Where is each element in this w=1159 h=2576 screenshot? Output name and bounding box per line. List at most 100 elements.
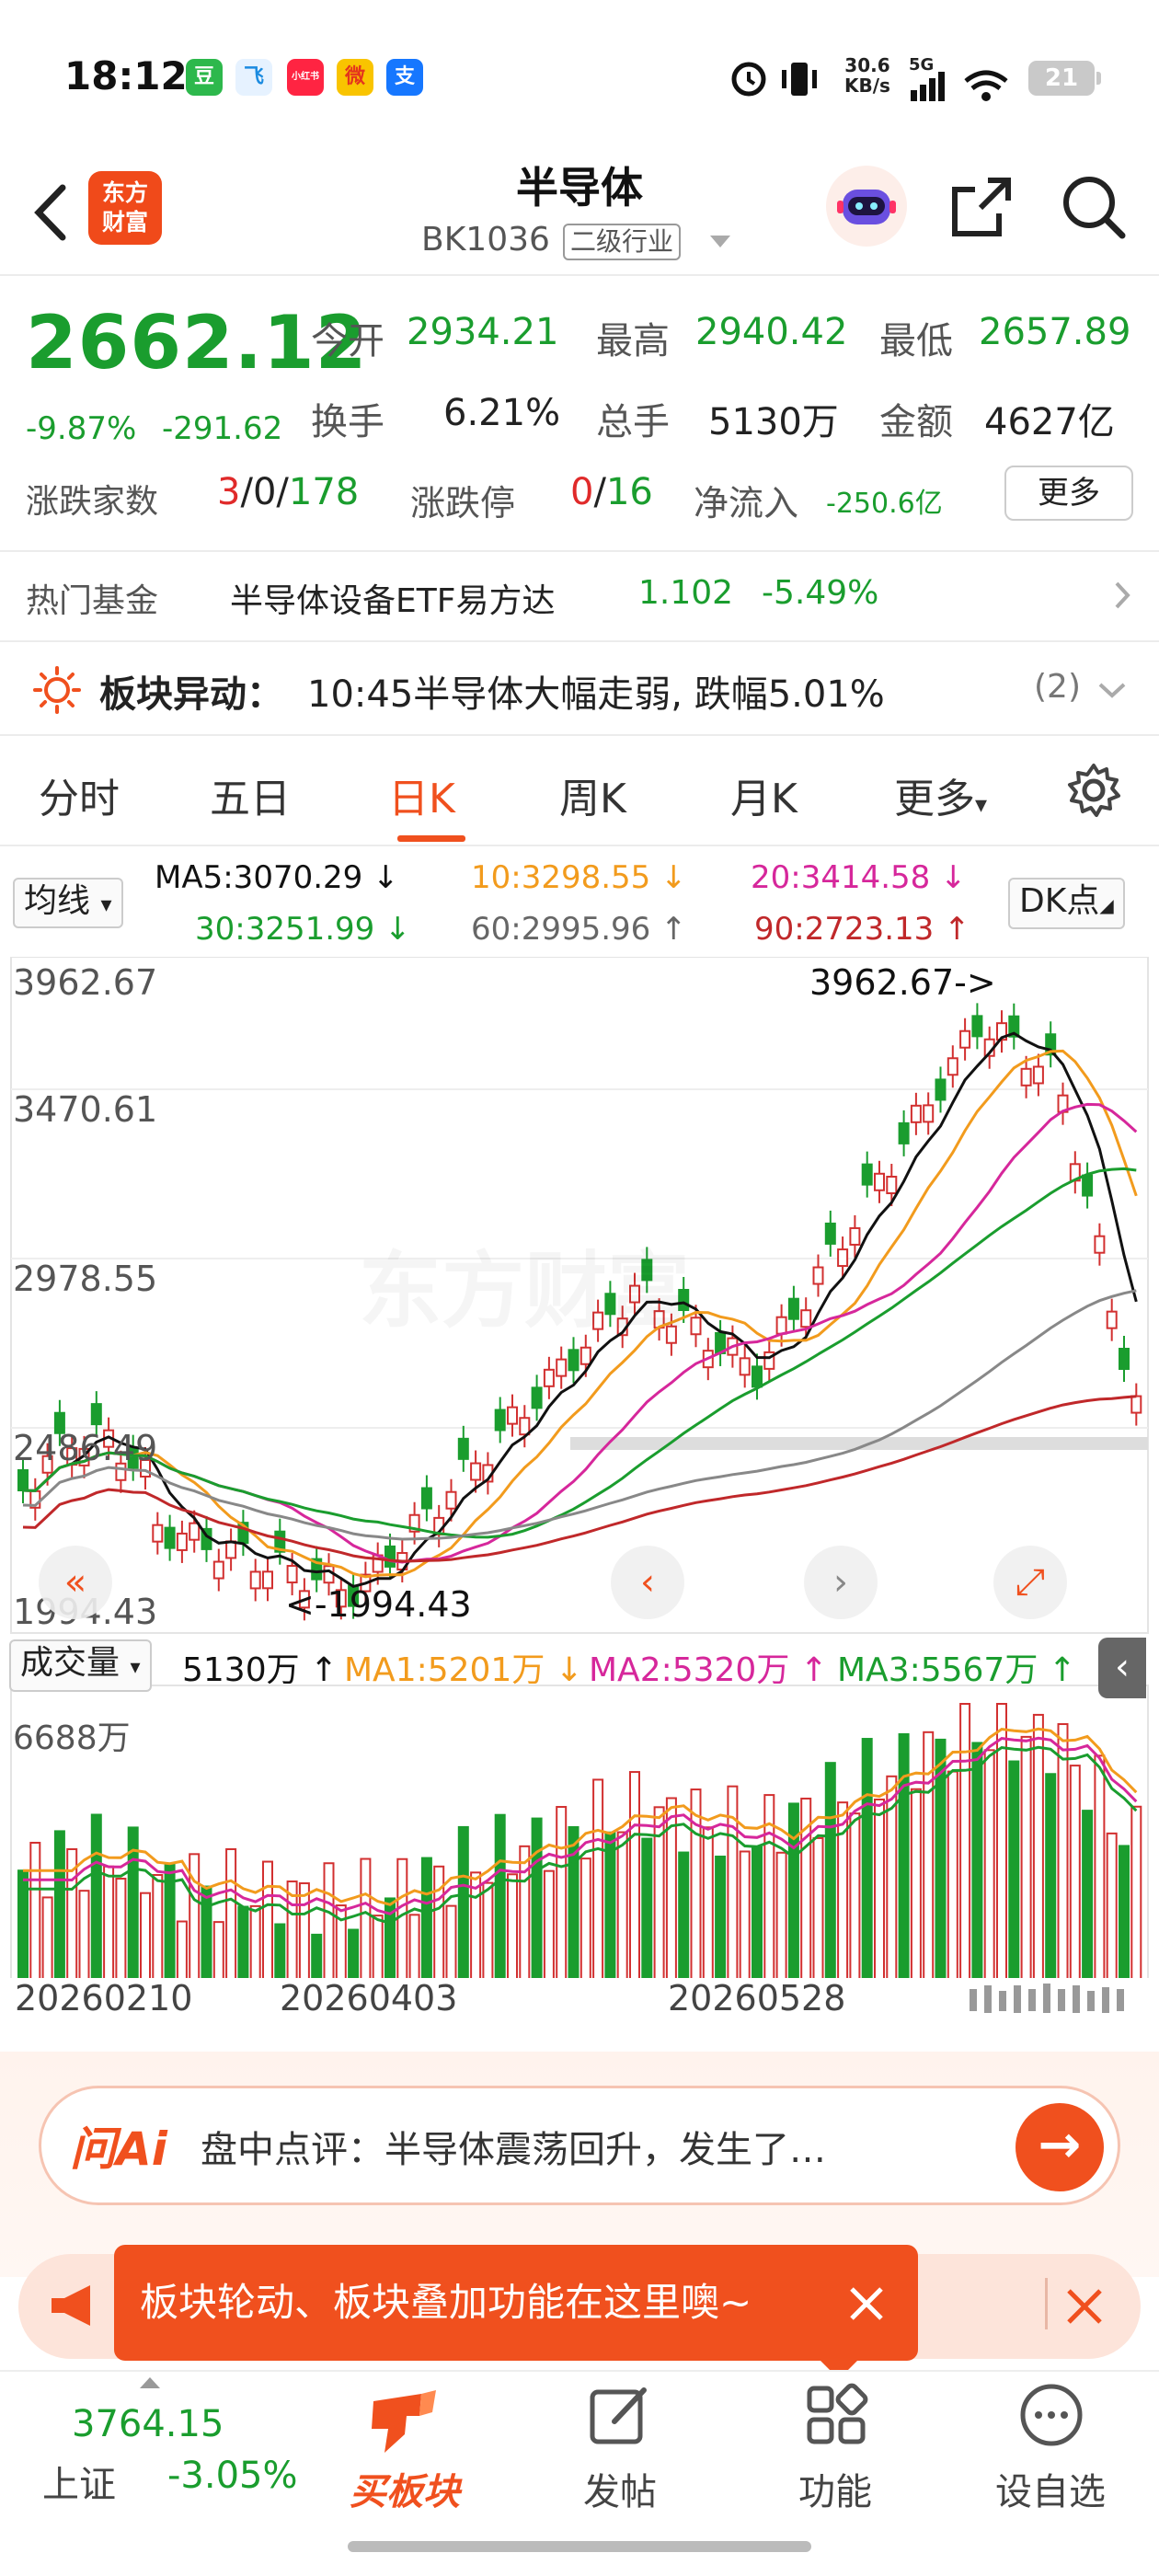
candle-body [556,1358,568,1377]
kline-chart[interactable] [0,957,1159,1978]
candle-body [849,1226,861,1246]
edit-post-icon[interactable] [587,2383,651,2447]
volume-bar [849,1812,861,1978]
indicator-selector[interactable]: 均线 ▾ [13,878,123,928]
arrow-right-icon[interactable]: → [1016,2103,1104,2191]
more-button[interactable]: 更多 [1004,466,1133,521]
alert-count[interactable]: (2) [1034,668,1081,706]
app-icon-xiaohongshu: 小红书 [287,59,324,96]
ma90-label: 90:2723.13 ↑ [754,911,970,948]
ma5-label: MA5:3070.29 ↓ [155,859,399,896]
function-label[interactable]: 功能 [771,2462,900,2515]
more-dots-icon[interactable] [1017,2381,1085,2449]
chevron-left-icon[interactable]: ‹ [611,1546,684,1619]
open-value: 2934.21 [407,311,559,353]
y-label-2: 3470.61 [13,1089,158,1130]
tab-intraday[interactable]: 分时 [39,765,120,824]
chevron-right-icon[interactable]: › [804,1546,878,1619]
high-label: 最高 [596,320,670,362]
chevron-down-icon[interactable] [1096,679,1128,701]
volume-bar [311,1933,323,1978]
breadth-values: 3/0/178 [217,471,360,513]
expand-icon[interactable]: ⤢ [993,1546,1067,1619]
tab-weekly-k[interactable]: 周K [559,765,626,824]
chevron-right-icon[interactable] [1111,580,1133,611]
volume-max-label: 6688万 [13,1719,131,1757]
volume-selector[interactable]: 成交量 ▾ [9,1639,152,1692]
chevron-down-icon[interactable] [710,236,730,247]
volume-bar [507,1873,518,1978]
index-pct[interactable]: -3.05% [167,2455,298,2497]
ai-assistant-icon[interactable] [826,166,907,247]
function-grid-icon[interactable] [804,2383,868,2447]
index-name[interactable]: 上证 [42,2455,116,2508]
rewind-icon[interactable]: « [39,1546,112,1619]
candle-body [1130,1395,1142,1414]
volume-bar [1094,1754,1106,1978]
tab-more[interactable]: 更多▾ [894,765,987,824]
buy-sector-label[interactable]: 买板块 [340,2462,469,2515]
low-value: 2657.89 [979,311,1131,353]
candle-body [861,1163,873,1186]
volume-bar [408,1914,420,1978]
limit-label: 涨跌停 [410,483,516,523]
ai-logo: 问Ai [70,2122,167,2176]
industry-level-dropdown[interactable]: 二级行业 [563,224,682,260]
volume-bar [212,1921,224,1978]
volume-bar [372,1915,384,1978]
volume-bar [348,1928,360,1978]
buy-sector-icon[interactable] [364,2388,442,2456]
alert-text: 10:45半导体大幅走弱, 跌幅5.01% [307,673,885,716]
volume-bar [592,1778,604,1978]
candle-body [959,1029,971,1049]
candle-body [800,1309,812,1328]
divider [1045,2278,1048,2329]
watchlist-label[interactable]: 设自选 [986,2462,1115,2515]
volume-bar [482,1881,494,1978]
hot-fund-name[interactable]: 半导体设备ETF易方达 [230,574,555,622]
volume-bar [1119,1845,1130,1978]
ai-comment-text[interactable]: 盘中点评：半导体震荡回升，发生了… [201,2120,973,2173]
candle-body [775,1316,787,1335]
volume-bar [457,1825,469,1978]
collapse-panel-icon[interactable]: ‹ [1098,1638,1146,1698]
triangle-up-icon [140,2377,160,2388]
volume-bar [494,1813,506,1978]
turnover-label: 换手 [311,401,384,443]
tab-monthly-k[interactable]: 月K [730,765,798,824]
volume-bar [910,1788,922,1978]
dk-point-button[interactable]: DK点◢ [1008,878,1125,929]
index-value[interactable]: 3764.15 [72,2403,224,2445]
candle-body [935,1078,947,1101]
ma10-label: 10:3298.55 ↓ [471,859,687,896]
date-label-1: 20260210 [15,1978,193,2018]
volume-bar [983,1749,995,1978]
candle-body [923,1104,935,1123]
post-label[interactable]: 发帖 [556,2462,684,2515]
tab-daily-k[interactable]: 日K [388,765,455,824]
candle-body [225,1540,237,1559]
close-icon[interactable] [1063,2285,1106,2328]
volume-bar [752,1846,763,1978]
volume-bar [1106,1832,1118,1978]
toast-text: 板块轮动、板块叠加功能在这里噢~ [140,2280,752,2325]
hot-fund-row[interactable] [0,552,1159,642]
search-icon[interactable] [1060,173,1128,241]
candle-body [1094,1235,1106,1254]
volume-bar [775,1851,787,1978]
toast-close-icon[interactable] [848,2285,885,2322]
volume-ma2: MA2:5320万 ↑ [589,1651,828,1689]
candle-body [568,1349,580,1372]
volume-bar [420,1857,432,1978]
candle-width-icon[interactable] [968,1982,1142,2017]
volume-bar [53,1830,65,1978]
y-label-3: 2978.55 [13,1259,158,1299]
volume-bar [556,1806,568,1978]
volume-bar [445,1904,457,1978]
candle-body [947,1057,958,1076]
share-icon[interactable] [947,173,1016,241]
gear-icon[interactable] [1063,760,1124,821]
sun-alert-icon [33,666,81,714]
tab-five-day[interactable]: 五日 [210,765,291,824]
hot-fund-pct: -5.49% [762,574,879,612]
